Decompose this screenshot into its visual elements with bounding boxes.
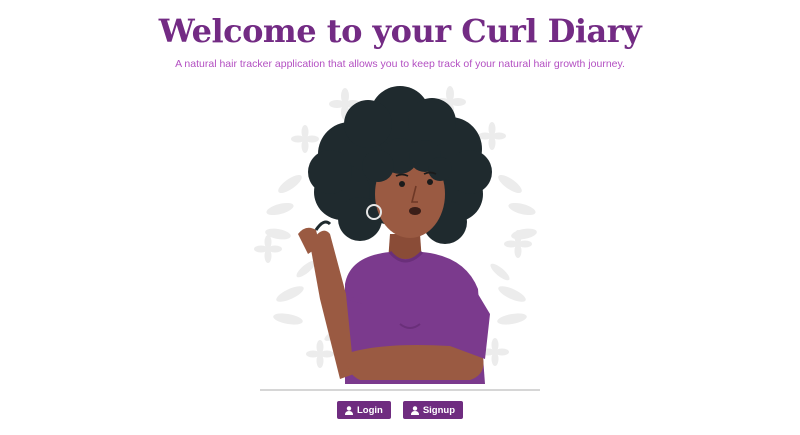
woman-with-curly-hair-illustration	[254, 86, 540, 391]
signup-button[interactable]: Signup	[402, 401, 464, 419]
user-icon	[344, 405, 353, 415]
page-subtitle: A natural hair tracker application that …	[175, 58, 625, 70]
hero-illustration	[250, 84, 550, 394]
landing-page: Welcome to your Curl Diary A natural hai…	[0, 0, 800, 435]
signup-label: Signup	[422, 404, 456, 416]
page-title: Welcome to your Curl Diary	[158, 12, 642, 50]
auth-actions: Login Signup	[0, 401, 800, 419]
login-button[interactable]: Login	[336, 401, 391, 419]
user-icon	[410, 405, 419, 415]
login-label: Login	[356, 404, 383, 416]
